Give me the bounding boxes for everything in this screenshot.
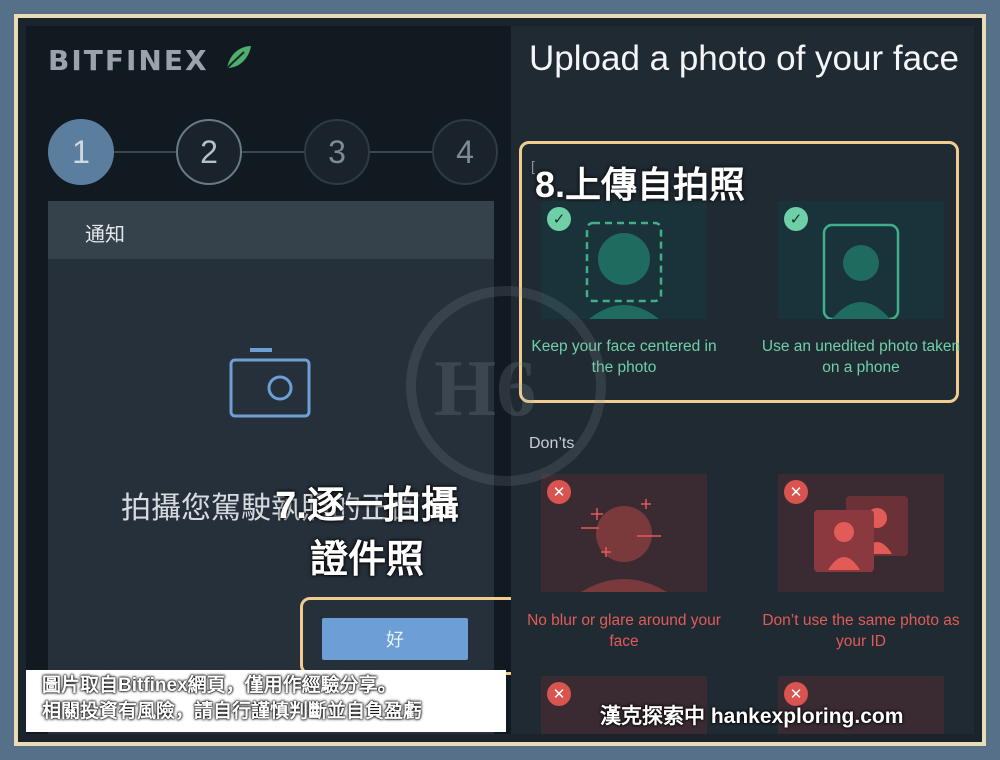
bitfinex-logo: BITFINEX	[48, 44, 209, 77]
step-3: 3	[304, 119, 370, 185]
annotation-step7: 7.逐一拍攝 證件照	[275, 485, 459, 581]
cross-icon: ✕	[547, 480, 571, 504]
leaf-icon	[226, 46, 251, 69]
step-1: 1	[48, 119, 114, 185]
dont-caption-same-photo: Don’t use the same photo as your ID	[762, 612, 960, 650]
disclaimer-line-1: 圖片取自Bitfinex網頁，僅用作經驗分享。	[42, 675, 397, 696]
dont-card-blur: ✕	[541, 474, 707, 592]
dont-caption-blur: No blur or glare around your face	[527, 612, 721, 650]
ok-button-highlight	[300, 597, 511, 675]
notification-dialog: 通知 拍攝您駕駛執照的正面 好	[48, 201, 511, 734]
disclaimer-text: 圖片取自Bitfinex網頁，僅用作經驗分享。 相關投資有風險，請自行謹慎判斷並…	[42, 673, 422, 725]
step-connector	[242, 151, 304, 153]
screenshot-area: BITFINEX 1 2 3 4 通知 拍攝您駕駛執照的正面 好 7.逐一拍攝 …	[26, 26, 974, 734]
step-connector	[370, 151, 432, 153]
camera-icon	[229, 348, 311, 418]
outer-frame: BITFINEX 1 2 3 4 通知 拍攝您駕駛執照的正面 好 7.逐一拍攝 …	[14, 14, 986, 746]
page-title: Upload a photo of your face	[529, 39, 960, 78]
disclaimer-line-2: 相關投資有風險，請自行謹慎判斷並自負盈虧	[42, 701, 423, 722]
step-4: 4	[432, 119, 498, 185]
do-caption-unedited: Use an unedited photo taken on a phone	[761, 338, 961, 376]
step-indicator: 1 2 3 4	[48, 119, 498, 185]
annotation-step8: 8.上傳自拍照	[535, 164, 746, 205]
step-2: 2	[176, 119, 242, 185]
do-card-centered: ✓	[541, 201, 707, 319]
dont-card-same-photo: ✕	[778, 474, 944, 592]
check-icon: ✓	[547, 207, 571, 231]
site-credit: 漢克探索中 hankexploring.com	[600, 705, 904, 728]
step-connector	[114, 151, 176, 153]
watermark-logo: H6	[434, 345, 537, 433]
cross-icon: ✕	[784, 480, 808, 504]
check-icon: ✓	[784, 207, 808, 231]
cross-icon: ✕	[547, 682, 571, 706]
dialog-title: 通知	[48, 201, 494, 259]
do-card-unedited: ✓	[778, 201, 944, 321]
